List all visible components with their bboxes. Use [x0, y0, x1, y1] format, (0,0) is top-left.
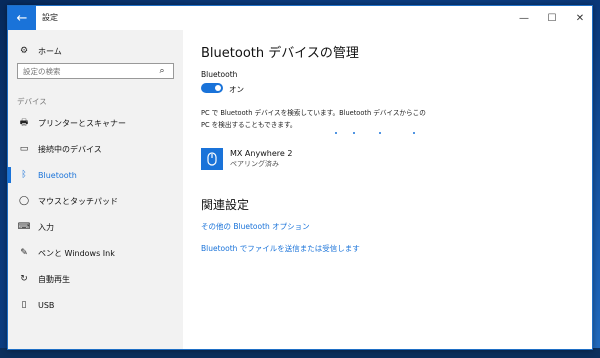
sidebar-item-bluetooth[interactable]: ᛒ Bluetooth: [8, 162, 183, 188]
sidebar-item-label: 接続中のデバイス: [38, 144, 102, 154]
related-settings-heading: 関連設定: [201, 198, 250, 212]
sidebar-item-mouse[interactable]: ◯ マウスとタッチパッド: [8, 188, 183, 214]
close-icon: ✕: [575, 12, 585, 24]
toggle-knob: [215, 85, 221, 91]
main-content: Bluetooth デバイスの管理 Bluetooth オン PC で Blue…: [183, 30, 592, 349]
sidebar: ⚙ ホーム ⌕ デバイス 🖶 プリンターとスキャナー ▭ 接続中のデバイス ᛒ …: [8, 30, 183, 349]
maximize-icon: ☐: [547, 12, 557, 24]
sidebar-item-home[interactable]: ⚙ ホーム: [18, 43, 62, 59]
link-more-bluetooth-options[interactable]: その他の Bluetooth オプション: [201, 221, 310, 232]
search-icon[interactable]: ⌕: [156, 66, 168, 76]
sidebar-item-label: 入力: [38, 222, 54, 232]
minimize-button[interactable]: —: [510, 6, 538, 30]
sidebar-item-connected-devices[interactable]: ▭ 接続中のデバイス: [8, 136, 183, 162]
search-description: PC で Bluetooth デバイスを検索しています。Bluetooth デバ…: [201, 109, 426, 129]
toggle-state-label: オン: [229, 85, 244, 94]
mouse-icon: ◯: [18, 196, 30, 206]
keyboard-icon: ⌨: [17, 222, 31, 232]
sidebar-item-label: マウスとタッチパッド: [38, 196, 118, 206]
usb-icon: ▯: [21, 300, 27, 310]
bluetooth-toggle[interactable]: [201, 83, 223, 93]
title-bar: ← 設定 — ☐ ✕: [8, 6, 592, 30]
settings-window: ← 設定 — ☐ ✕ ⚙ ホーム ⌕ デバイス 🖶 プリンターとスキャナー: [7, 5, 593, 350]
searching-progress-indicator: [335, 132, 425, 136]
gear-icon: ⚙: [19, 46, 29, 56]
maximize-button[interactable]: ☐: [538, 6, 566, 30]
close-button[interactable]: ✕: [566, 6, 592, 30]
progress-dot: [413, 132, 415, 134]
printer-icon: 🖶: [19, 118, 29, 128]
sidebar-item-label: 自動再生: [38, 274, 70, 284]
sidebar-item-label: USB: [38, 300, 55, 310]
progress-dot: [335, 132, 337, 134]
bluetooth-toggle-label: Bluetooth: [201, 70, 238, 79]
sidebar-item-input[interactable]: ⌨ 入力: [8, 214, 183, 240]
search-box[interactable]: ⌕: [17, 63, 174, 79]
device-status: ペアリング済み: [230, 160, 279, 168]
sidebar-item-pen[interactable]: ✎ ペンと Windows Ink: [8, 240, 183, 266]
progress-dot: [379, 132, 381, 134]
sidebar-item-label: ペンと Windows Ink: [38, 248, 115, 258]
search-input[interactable]: [23, 66, 143, 76]
progress-dot: [353, 132, 355, 134]
connected-devices-icon: ▭: [19, 144, 29, 154]
sidebar-item-label: Bluetooth: [38, 170, 77, 180]
sidebar-nav: 🖶 プリンターとスキャナー ▭ 接続中のデバイス ᛒ Bluetooth ◯ マ…: [8, 110, 183, 318]
window-title: 設定: [42, 13, 58, 22]
pen-icon: ✎: [20, 248, 28, 258]
sidebar-item-label: プリンターとスキャナー: [38, 118, 126, 128]
mouse-device-icon: [201, 148, 223, 170]
sidebar-item-usb[interactable]: ▯ USB: [8, 292, 183, 318]
back-arrow-icon: ←: [16, 10, 28, 26]
page-title: Bluetooth デバイスの管理: [201, 46, 359, 61]
link-send-receive-files[interactable]: Bluetooth でファイルを送信または受信します: [201, 243, 360, 254]
device-name: MX Anywhere 2: [230, 149, 293, 158]
minimize-icon: —: [519, 12, 529, 24]
bluetooth-icon: ᛒ: [21, 170, 27, 180]
sidebar-item-label: ホーム: [38, 46, 62, 56]
back-button[interactable]: ←: [8, 6, 36, 30]
autoplay-icon: ↻: [20, 274, 28, 284]
sidebar-item-printers[interactable]: 🖶 プリンターとスキャナー: [8, 110, 183, 136]
device-item[interactable]: MX Anywhere 2 ペアリング済み: [201, 148, 292, 170]
sidebar-item-autoplay[interactable]: ↻ 自動再生: [8, 266, 183, 292]
section-label: デバイス: [17, 97, 47, 106]
